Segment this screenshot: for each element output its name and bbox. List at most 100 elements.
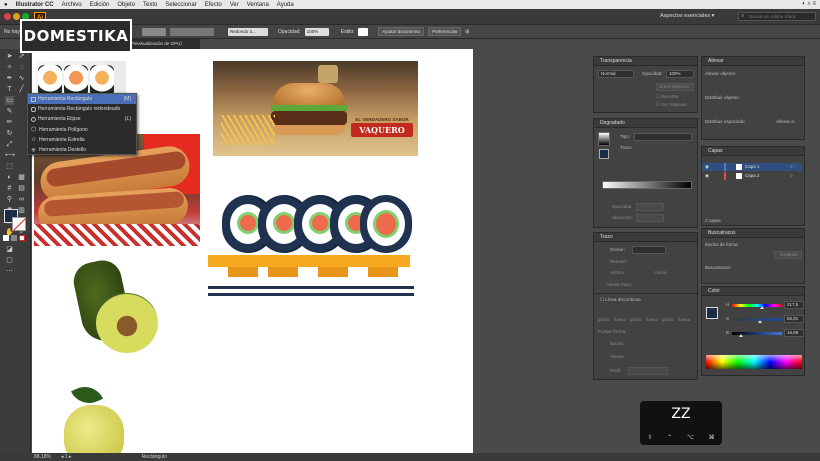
align-panel-tab[interactable]: Alinear: [702, 57, 804, 66]
fill-mode-icon[interactable]: [3, 235, 9, 241]
stroke-swatch[interactable]: [12, 217, 26, 231]
layer-row-1[interactable]: ◉ Capa 1 ○: [702, 163, 802, 171]
type-tool-icon[interactable]: T: [5, 85, 14, 94]
menu-texto[interactable]: Texto: [143, 2, 157, 8]
blend-mode-dropdown[interactable]: Normal: [598, 70, 634, 78]
menu-ventana[interactable]: Ventana: [247, 2, 269, 8]
gradient-fill-stroke-swatch[interactable]: [599, 149, 609, 159]
magic-wand-tool-icon[interactable]: ✧: [5, 63, 14, 72]
pear-photo[interactable]: [54, 380, 134, 453]
graph-tool-icon[interactable]: ▥: [17, 206, 26, 215]
variable-width-field[interactable]: [142, 27, 166, 36]
more-tools-icon[interactable]: ⋯: [5, 267, 14, 276]
dashed-line-checkbox[interactable]: ☐ Línea discontinua: [600, 297, 641, 303]
opacity-field[interactable]: 100%: [304, 27, 329, 36]
pen-tool-icon[interactable]: ✒: [5, 74, 14, 83]
rectangle-tool-icon[interactable]: ▭: [5, 96, 14, 105]
lasso-tool-icon[interactable]: ◌: [17, 63, 26, 72]
flyout-item-star[interactable]: ☆ Herramienta Estrella: [28, 135, 136, 145]
gradient-mode-icon[interactable]: [11, 235, 17, 241]
invert-mask-checkbox[interactable]: ☐ Inv. máscara: [656, 102, 687, 108]
gradient-location-field[interactable]: [636, 214, 664, 222]
none-mode-icon[interactable]: [19, 235, 25, 241]
paintbrush-tool-icon[interactable]: ✎: [5, 107, 14, 116]
gradient-opacity-field[interactable]: [636, 203, 664, 211]
menu-objeto[interactable]: Objeto: [117, 2, 135, 8]
color-spectrum[interactable]: [706, 355, 802, 369]
color-fill-swatch[interactable]: [706, 307, 718, 319]
menu-app[interactable]: Illustrator CC: [16, 2, 54, 8]
blend-tool-icon[interactable]: ∞: [17, 195, 26, 204]
transparency-panel-tab[interactable]: Transparencia: [594, 57, 697, 66]
scale-tool-icon[interactable]: ⤢: [5, 140, 14, 149]
flyout-item-rounded-rectangle[interactable]: Herramienta Rectángulo redondeado: [28, 104, 136, 114]
chopstick-1[interactable]: [208, 286, 414, 289]
gradient-slider[interactable]: [602, 181, 692, 189]
artboard-navigator[interactable]: ◂ 1 ▸: [61, 454, 72, 460]
transparency-opacity-field[interactable]: 100%: [666, 70, 694, 78]
brush-dropdown[interactable]: Redondo 3...: [228, 27, 268, 36]
target-icon[interactable]: ○: [790, 163, 793, 171]
direct-selection-tool-icon[interactable]: ⇗: [17, 52, 26, 61]
preferences-button[interactable]: Preferencias: [427, 27, 462, 36]
brightness-field[interactable]: 16,86: [784, 329, 804, 337]
saturation-field[interactable]: 55,81: [784, 315, 804, 323]
burger-banner[interactable]: EL VERDADERO SABOR VAQUERO: [213, 61, 418, 156]
brightness-slider[interactable]: [732, 332, 782, 337]
brightness-slider-thumb[interactable]: [738, 334, 743, 337]
rotate-tool-icon[interactable]: ↻: [5, 129, 14, 138]
layers-panel-tab[interactable]: Capas: [702, 147, 804, 156]
style-swatch[interactable]: [358, 27, 369, 36]
adjust-document-button[interactable]: Ajustar documento: [378, 27, 424, 36]
curvature-tool-icon[interactable]: ∿: [17, 74, 26, 83]
flyout-item-polygon[interactable]: ⬡ Herramienta Polígono: [28, 125, 136, 135]
zoom-level[interactable]: 88,18%: [34, 454, 51, 460]
hue-field[interactable]: 217,5: [784, 301, 804, 309]
gradient-preview[interactable]: [598, 132, 610, 146]
menu-seleccionar[interactable]: Seleccionar: [165, 2, 196, 8]
gradient-panel-tab[interactable]: Degradado: [594, 119, 697, 128]
chopstick-2[interactable]: [208, 293, 414, 296]
saturation-slider-thumb[interactable]: [758, 320, 762, 323]
profile-dropdown[interactable]: [628, 367, 668, 375]
pencil-tool-icon[interactable]: ✏: [5, 118, 14, 127]
stroke-panel-tab[interactable]: Trazo: [594, 233, 697, 242]
brush-definition-field[interactable]: [170, 27, 214, 36]
target-icon[interactable]: ○: [790, 172, 793, 180]
stock-search-input[interactable]: ⌕ Buscar en Adobe Stock: [738, 12, 816, 21]
arrange-icon[interactable]: ⊞: [465, 29, 469, 35]
width-tool-icon[interactable]: ⟷: [5, 151, 15, 160]
menu-edicion[interactable]: Edición: [90, 2, 110, 8]
hue-slider[interactable]: [732, 304, 782, 309]
clip-checkbox[interactable]: ☐ Recortar: [656, 94, 679, 100]
expand-button[interactable]: Expandir: [774, 251, 802, 259]
window-minimize-button[interactable]: [13, 13, 20, 20]
free-transform-tool-icon[interactable]: ⬚: [5, 162, 14, 171]
hue-slider-thumb[interactable]: [760, 306, 764, 309]
sushi-board[interactable]: [208, 255, 410, 267]
perspective-grid-tool-icon[interactable]: ▦: [17, 173, 26, 182]
gradient-type-dropdown[interactable]: [634, 133, 692, 141]
stroke-weight-input[interactable]: [632, 246, 666, 254]
flyout-item-rectangle[interactable]: Herramienta Rectángulo (M): [28, 94, 136, 105]
color-panel-tab[interactable]: Color: [702, 287, 804, 296]
eye-icon[interactable]: ◉: [705, 172, 709, 180]
screen-mode-icon[interactable]: ▢: [5, 256, 14, 265]
apple-icon[interactable]: ●: [4, 2, 8, 8]
avocado-photo[interactable]: [48, 256, 158, 357]
saturation-slider[interactable]: [732, 318, 782, 323]
pathfinder-panel-tab[interactable]: Buscatrazos: [702, 229, 804, 238]
window-close-button[interactable]: [4, 13, 11, 20]
flyout-item-flare[interactable]: ✳ Herramienta Destello: [28, 145, 136, 155]
create-mask-button[interactable]: Crear máscara: [656, 83, 694, 91]
sushi-illustration[interactable]: [208, 195, 418, 303]
layer-row-2[interactable]: ◉ Capa 2 ○: [702, 172, 802, 180]
mesh-tool-icon[interactable]: #: [5, 184, 14, 193]
shape-builder-tool-icon[interactable]: ◐: [5, 173, 14, 182]
eyedropper-tool-icon[interactable]: ⚲: [5, 195, 14, 204]
menu-efecto[interactable]: Efecto: [205, 2, 222, 8]
selection-tool-icon[interactable]: ➤: [5, 52, 14, 61]
menu-ver[interactable]: Ver: [230, 2, 239, 8]
menu-archivo[interactable]: Archivo: [62, 2, 82, 8]
draw-mode-icon[interactable]: ◪: [5, 245, 14, 254]
